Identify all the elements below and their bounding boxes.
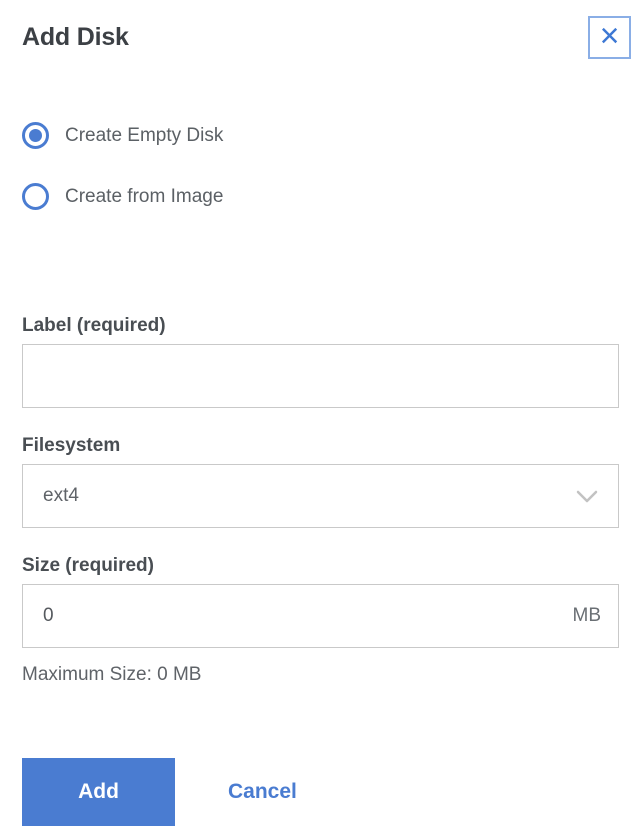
radio-button-icon xyxy=(22,122,49,149)
add-button[interactable]: Add xyxy=(22,758,175,826)
cancel-link[interactable]: Cancel xyxy=(228,780,297,804)
radio-create-from-image[interactable]: Create from Image xyxy=(22,183,619,210)
filesystem-field-group: Filesystem ext4 xyxy=(22,436,619,528)
close-button[interactable]: × xyxy=(588,16,631,59)
close-icon: × xyxy=(599,16,620,55)
label-field-title: Label (required) xyxy=(22,315,166,336)
chevron-down-icon xyxy=(576,490,598,502)
size-field-group: Size (required) MB Maximum Size: 0 MB xyxy=(22,556,619,686)
disk-source-radio-group: Create Empty Disk Create from Image xyxy=(22,122,619,210)
radio-create-empty-disk[interactable]: Create Empty Disk xyxy=(22,122,619,149)
label-input[interactable] xyxy=(22,344,619,408)
add-disk-dialog: Add Disk × Create Empty Disk Create from… xyxy=(0,0,640,826)
filesystem-selected-value: ext4 xyxy=(43,485,79,506)
radio-selected-dot xyxy=(29,129,42,142)
radio-button-icon xyxy=(22,183,49,210)
filesystem-select[interactable]: ext4 xyxy=(22,464,619,528)
size-input[interactable] xyxy=(22,584,619,648)
filesystem-field-title: Filesystem xyxy=(22,435,121,456)
label-field-group: Label (required) xyxy=(22,316,619,408)
dialog-title: Add Disk xyxy=(22,23,129,51)
radio-label: Create from Image xyxy=(65,185,224,207)
radio-label: Create Empty Disk xyxy=(65,124,224,146)
size-field-title: Size (required) xyxy=(22,555,154,576)
dialog-footer: Add Cancel xyxy=(22,758,619,826)
size-input-wrapper: MB xyxy=(22,584,619,648)
maximum-size-helper-text: Maximum Size: 0 MB xyxy=(22,664,202,685)
